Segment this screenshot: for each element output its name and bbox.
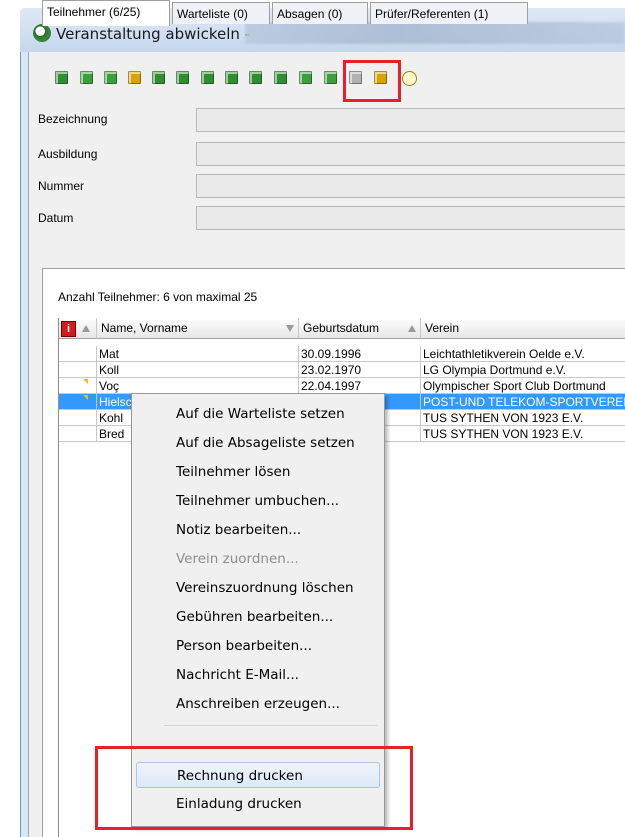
ausbildung-label: Ausbildung [38,147,98,161]
table-cell-verein: TUS SYTHEN VON 1923 E.V. [421,410,625,426]
column-header-verein[interactable]: Verein [421,318,625,339]
drucken-3-button[interactable] [246,68,266,88]
menu-item-verein-zuordnen: Verein zuordnen... [176,551,299,567]
teilnehmer-person-icon [80,71,93,84]
table-cell-verein: LG Olympia Dortmund e.V. [421,362,625,378]
table-cell-name: Voç [97,378,299,394]
menu-item-notiz-bearbeiten[interactable]: Notiz bearbeiten... [136,517,380,543]
drucken-4-icon [274,71,287,84]
table-cell-flag [59,394,97,410]
column-header-name[interactable]: Name, Vorname [97,318,299,339]
teilnehmer-gruppe-button[interactable] [125,68,145,88]
menu-item-teilnehmer-loesen[interactable]: Teilnehmer lösen [136,459,380,485]
sort-up-icon [408,325,416,332]
table-cell-flag [59,426,97,442]
rechnung-dokument-icon [299,71,312,84]
table-cell-verein: Olympischer Sport Club Dortmund [421,378,625,394]
nummer-field[interactable] [196,174,625,198]
menu-item-person-bearbeiten[interactable]: Person bearbeiten... [136,633,380,659]
teilnehmer-liste-button[interactable] [101,68,121,88]
datum-field[interactable] [196,206,625,230]
teilnehmer-entfernen-button[interactable] [149,68,169,88]
participant-count: Anzahl Teilnehmer: 6 von maximal 25 [58,290,258,304]
window-title: Veranstaltung abwickeln - [56,25,251,43]
personen-tausch-button[interactable] [371,68,391,88]
gebuehren-euro-button[interactable] [173,68,193,88]
teilnehmer-gruppe-icon [128,71,141,84]
rechnung-dokument-button[interactable] [296,68,316,88]
tab-pruefer-referenten[interactable]: Prüfer/Referenten (1) [370,2,528,24]
menu-item-teilnehmer-umbuchen[interactable]: Teilnehmer umbuchen... [136,488,380,514]
drucken-3-icon [249,71,262,84]
menu-item-absageliste[interactable]: Auf die Absageliste setzen [136,430,380,456]
table-cell-name: Koll [97,362,299,378]
drucken-1-icon [201,71,214,84]
table-cell-geburtsdatum: 30.09.1996 [299,346,421,362]
menu-item-nachricht-email[interactable]: Nachricht E-Mail... [136,662,380,688]
column-header-geburtsdatum-label: Geburtsdatum [303,321,380,335]
table-cell-verein: Leichtathletikverein Oelde e.V. [421,346,625,362]
teilnehmer-liste-icon [104,71,117,84]
drucken-2-icon [225,71,238,84]
table-row[interactable]: Mat 30.09.1996 Leichtathletikverein Oelde … [59,346,625,362]
table-cell-name: Mat [97,346,299,362]
sort-up-icon [82,325,91,333]
teilnehmer-person-button[interactable] [77,68,97,88]
note-marker-icon [83,379,88,384]
table-cell-flag [59,378,97,394]
table-row[interactable]: Voç 22.04.1997 Olympischer Sport Club Dort… [59,378,625,394]
loeschen-icon [349,71,362,84]
drucken-1-button[interactable] [198,68,218,88]
tab-teilnehmer[interactable]: Teilnehmer (6/25) [42,0,170,26]
menu-highlight-box [95,746,413,830]
table-cell-flag [59,362,97,378]
einladung-dokument-icon [324,71,337,84]
menu-item-gebuehren-bearbeiten[interactable]: Gebühren bearbeiten... [136,604,380,630]
table-cell-geburtsdatum: 22.04.1997 [299,378,421,394]
menu-separator [164,725,378,726]
personen-tausch-icon [374,71,387,84]
teilnehmer-hinzufuegen-button[interactable] [52,68,72,88]
table-cell-flag [59,410,97,426]
column-header-geburtsdatum[interactable]: Geburtsdatum [299,318,421,339]
table-row[interactable]: Koll 23.02.1970 LG Olympia Dortmund e.V. [59,362,625,378]
info-flag-icon: i [61,320,76,337]
menu-item-anschreiben-erzeugen[interactable]: Anschreiben erzeugen... [136,691,380,717]
table-cell-verein: TUS SYTHEN VON 1923 E.V. [421,426,625,442]
app-soccer-ball-icon [33,24,51,42]
note-marker-icon [83,395,88,400]
loeschen-button[interactable] [346,68,366,88]
teilnehmer-hinzufuegen-icon [55,71,68,84]
hilfe-button[interactable] [399,68,419,88]
column-header-name-label: Name, Vorname [101,321,188,335]
bezeichnung-label: Bezeichnung [38,112,108,126]
bezeichnung-field[interactable] [196,108,625,132]
drucken-2-button[interactable] [222,68,242,88]
table-cell-flag [59,346,97,362]
tab-warteliste[interactable]: Warteliste (0) [172,2,270,24]
table-cell-geburtsdatum: 23.02.1970 [299,362,421,378]
nummer-label: Nummer [38,179,85,193]
datum-label: Datum [38,211,74,225]
ausbildung-field[interactable] [196,142,625,166]
einladung-dokument-button[interactable] [321,68,341,88]
column-header-verein-label: Verein [425,321,460,335]
menu-item-vereinszuordnung-loeschen[interactable]: Vereinszuordnung löschen [136,575,380,601]
column-header-flag[interactable]: i [59,318,97,339]
tab-absagen[interactable]: Absagen (0) [272,2,368,24]
sort-down-icon [286,325,294,332]
hilfe-icon [402,71,417,86]
drucken-4-button[interactable] [271,68,291,88]
title-bar-blurred-area [245,22,625,44]
teilnehmer-entfernen-icon [152,71,165,84]
gebuehren-euro-icon [176,71,189,84]
menu-item-warteliste[interactable]: Auf die Warteliste setzen [136,401,380,427]
table-cell-verein: POST-UND TELEKOM-SPORTVEREIN [421,394,625,410]
